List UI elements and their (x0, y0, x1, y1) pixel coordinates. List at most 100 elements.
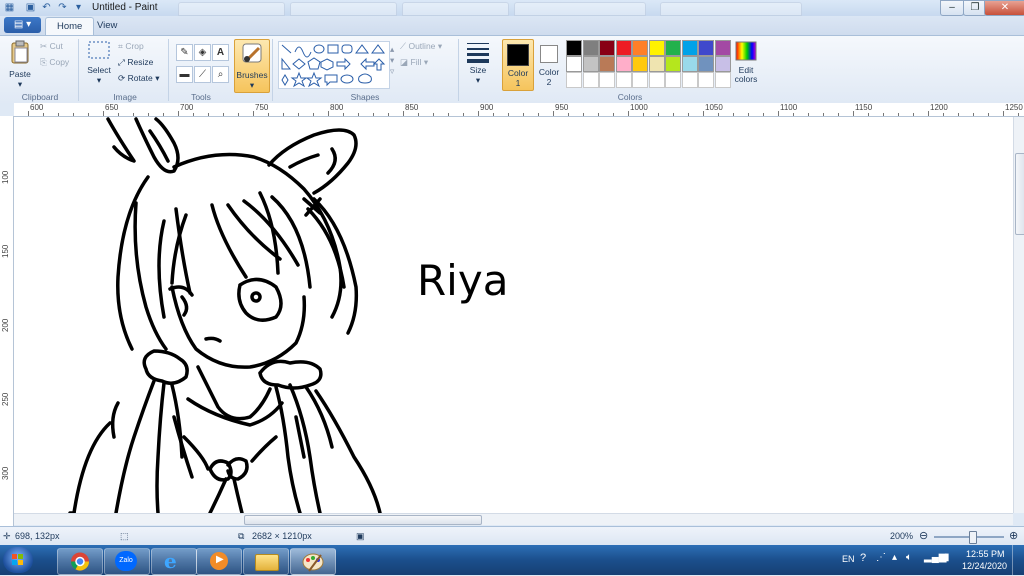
palette-swatch[interactable] (648, 40, 665, 56)
magnifier-icon[interactable]: ⌕ (212, 66, 229, 83)
color2-button[interactable]: Color 2 (535, 39, 563, 89)
ruler-tick-label: 1200 (930, 103, 948, 112)
zoom-slider-thumb[interactable] (969, 531, 977, 544)
custom-color-slot[interactable] (582, 72, 599, 88)
pencil-icon[interactable]: ✎ (176, 44, 193, 61)
brushes-button[interactable]: Brushes ▾ (234, 39, 270, 93)
palette-swatch[interactable] (714, 56, 731, 72)
text-tool-icon[interactable]: A (212, 44, 229, 61)
palette-swatch[interactable] (632, 56, 648, 72)
ruler-tick-label: 800 (330, 103, 344, 112)
minimize-button[interactable]: – (940, 0, 964, 16)
vertical-scrollbar[interactable] (1013, 117, 1024, 513)
ruler-tick (508, 113, 509, 116)
palette-swatch[interactable] (665, 40, 681, 56)
ruler-tick (913, 113, 914, 116)
palette-swatch[interactable] (566, 40, 582, 56)
palette-swatch[interactable] (632, 40, 648, 56)
size-button[interactable]: Size ▾ (464, 39, 492, 89)
rotate-button[interactable]: ⟳ Rotate ▾ (118, 73, 159, 84)
copy-button[interactable]: ⎘ Copy (40, 57, 69, 68)
palette-swatch[interactable] (665, 56, 681, 72)
paste-button[interactable]: Paste ▾ (6, 39, 34, 89)
redo-icon[interactable]: ↷ (56, 1, 69, 14)
close-button[interactable]: ✕ (984, 0, 1024, 16)
zoom-in-icon[interactable]: ⊕ (1009, 529, 1018, 542)
cut-button[interactable]: ✂ Cut (40, 41, 63, 52)
shapes-gallery[interactable] (278, 41, 390, 89)
language-indicator[interactable]: EN (842, 554, 855, 564)
ruler-tick (1003, 111, 1004, 116)
clock-time[interactable]: 12:55 PM (966, 549, 1005, 559)
show-desktop-button[interactable] (1012, 545, 1024, 575)
custom-color-slot[interactable] (599, 72, 615, 88)
select-button[interactable]: Select ▾ (86, 39, 112, 87)
edit-colors-button[interactable]: Edit colors (732, 39, 760, 89)
zoom-out-icon[interactable]: ⊖ (919, 529, 928, 542)
resize-button[interactable]: ⤢ Resize (118, 57, 153, 68)
vertical-scroll-thumb[interactable] (1015, 153, 1024, 235)
ruler-tick (493, 113, 494, 116)
battery-icon[interactable]: ▮ (944, 552, 950, 563)
fill-dropdown[interactable]: ◪ Fill ▾ (400, 57, 428, 68)
color-picker-icon[interactable]: ⟋ (194, 66, 211, 83)
undo-icon[interactable]: ↶ (40, 1, 53, 14)
ruler-tick-label: 850 (405, 103, 419, 112)
show-hidden-icons-icon[interactable]: ▴ (892, 552, 897, 563)
windows-start-icon[interactable] (3, 547, 33, 573)
tab-view[interactable]: View (86, 17, 128, 35)
custom-color-slot[interactable] (648, 72, 665, 88)
palette-swatch[interactable] (648, 56, 665, 72)
folder-icon[interactable] (243, 548, 289, 575)
custom-color-slot[interactable] (714, 72, 731, 88)
outline-dropdown[interactable]: ⟋ Outline ▾ (400, 41, 442, 52)
tools-group-label: Tools (191, 92, 211, 102)
ruler-tick-label: 1250 (1005, 103, 1023, 112)
custom-color-slot[interactable] (566, 72, 582, 88)
customize-icon[interactable]: ▾ (72, 1, 85, 14)
save-icon[interactable]: ▣ (24, 1, 37, 14)
palette-swatch[interactable] (582, 40, 599, 56)
network-wifi-icon[interactable]: ⋰ (876, 552, 886, 563)
paint-app-icon[interactable]: ▦ (3, 1, 16, 14)
palette-swatch[interactable] (681, 56, 698, 72)
ie-icon[interactable]: e (151, 548, 197, 575)
palette-swatch[interactable] (582, 56, 599, 72)
rotate-icon: ⟳ (118, 73, 126, 83)
zalo-icon[interactable]: Zalo (104, 548, 150, 575)
media-player-icon[interactable]: ▶ (196, 548, 242, 575)
chrome-icon[interactable] (57, 548, 103, 575)
color1-button[interactable]: Color 1 (502, 39, 534, 91)
custom-color-slot[interactable] (698, 72, 714, 88)
palette-swatch[interactable] (698, 40, 714, 56)
palette-swatch[interactable] (599, 40, 615, 56)
palette-swatch[interactable] (714, 40, 731, 56)
custom-color-slot[interactable] (615, 72, 632, 88)
horizontal-scroll-thumb[interactable] (244, 515, 482, 525)
ruler-tick (793, 113, 794, 116)
palette-swatch[interactable] (566, 56, 582, 72)
horizontal-scrollbar[interactable] (14, 513, 1013, 525)
palette-swatch[interactable] (698, 56, 714, 72)
palette-swatch[interactable] (681, 40, 698, 56)
drawing-canvas[interactable]: Riya (14, 117, 1013, 513)
clock-date[interactable]: 12/24/2020 (962, 561, 1007, 571)
palette-swatch[interactable] (615, 40, 632, 56)
help-icon[interactable]: ? (860, 552, 866, 564)
ruler-tick (688, 113, 689, 116)
palette-swatch[interactable] (599, 56, 615, 72)
ruler-tick (583, 113, 584, 116)
background-tab (290, 2, 397, 16)
ruler-tick (1018, 113, 1019, 116)
fill-bucket-icon[interactable]: ◈ (194, 44, 211, 61)
paint-icon[interactable] (290, 548, 336, 575)
custom-color-slot[interactable] (632, 72, 648, 88)
custom-color-slot[interactable] (665, 72, 681, 88)
crop-button[interactable]: ⌗ Crop (118, 41, 144, 52)
shapes-scroll-icon[interactable]: ▴ ▾ ▿ (390, 44, 394, 77)
palette-swatch[interactable] (615, 56, 632, 72)
volume-icon[interactable]: 🔈︎ (906, 552, 912, 563)
custom-color-slot[interactable] (681, 72, 698, 88)
app-menu-button[interactable]: ▤ ▾ (4, 17, 41, 33)
eraser-icon[interactable]: ▬ (176, 66, 193, 83)
